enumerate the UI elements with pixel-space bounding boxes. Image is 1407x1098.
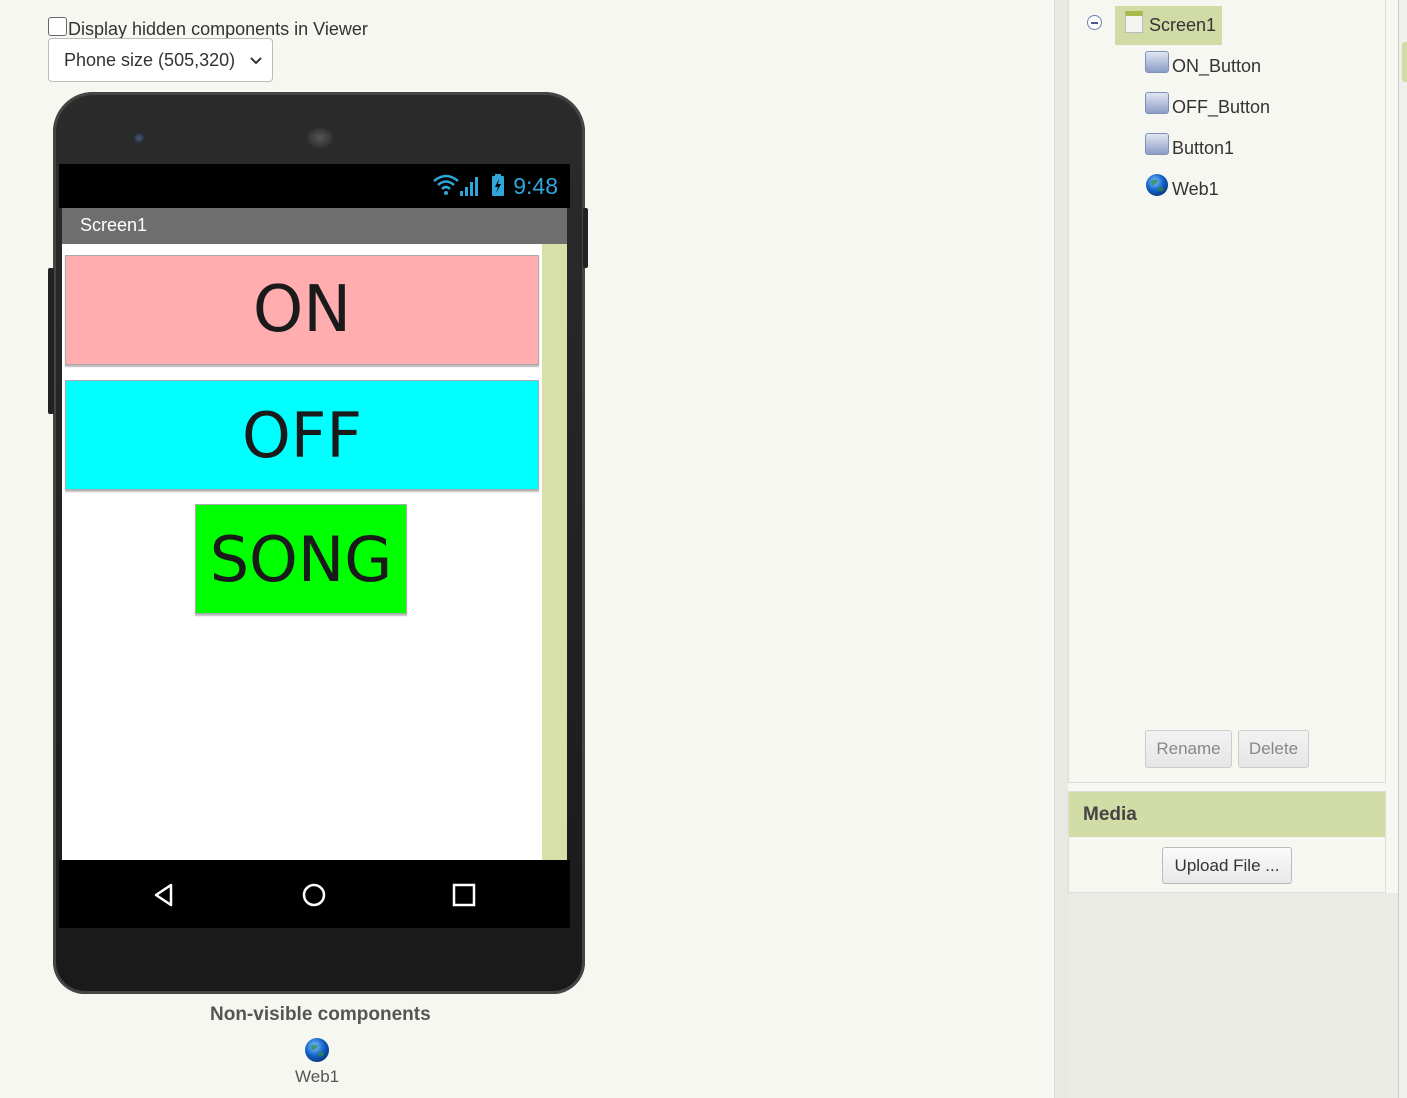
volume-button: [48, 268, 54, 414]
right-divider[interactable]: [1398, 0, 1407, 1098]
button-icon: [1145, 50, 1169, 73]
nav-bar: [59, 860, 570, 928]
camera-icon: [133, 132, 145, 144]
song-button-label: SONG: [209, 522, 393, 596]
globe-icon: [1146, 173, 1168, 196]
media-panel: Media Upload File ...: [1068, 791, 1386, 893]
home-icon: [302, 883, 326, 907]
panel-divider[interactable]: [1054, 0, 1068, 1098]
phone-size-select[interactable]: Phone size (505,320): [48, 38, 273, 82]
divider-accent: [1402, 42, 1407, 82]
recents-icon: [452, 883, 476, 907]
on-button[interactable]: ON: [65, 255, 539, 365]
button-icon: [1145, 132, 1169, 155]
wifi-icon: [433, 174, 459, 195]
display-hidden-label: Display hidden components in Viewer: [68, 19, 368, 39]
button-icon: [1145, 91, 1169, 114]
signal-icon: [460, 177, 478, 196]
media-title: Media: [1069, 792, 1385, 837]
off-button[interactable]: OFF: [65, 380, 539, 490]
upload-file-button[interactable]: Upload File ...: [1162, 847, 1292, 884]
tree-item-label: Button1: [1172, 138, 1235, 158]
phone-size-value: Phone size (505,320): [64, 49, 236, 70]
tree-item-off-button[interactable]: OFF_Button: [1145, 91, 1271, 118]
display-hidden-checkbox[interactable]: [48, 17, 67, 36]
screen-scrollbar[interactable]: [542, 244, 567, 860]
tree-item-button1[interactable]: Button1: [1145, 132, 1235, 159]
status-time: 9:48: [513, 173, 558, 199]
rename-button[interactable]: Rename: [1145, 730, 1232, 768]
screen-title: Screen1: [80, 215, 148, 235]
tree-item-on-button[interactable]: ON_Button: [1145, 50, 1262, 77]
on-button-label: ON: [252, 273, 352, 347]
screen-title-bar: Screen1: [62, 208, 567, 244]
chevron-down-icon: [250, 57, 262, 65]
globe-icon[interactable]: [304, 1037, 330, 1063]
speaker-grille: [307, 128, 333, 148]
battery-icon: [492, 174, 504, 196]
tree-item-label: OFF_Button: [1172, 97, 1271, 117]
status-bar: 9:48: [59, 164, 570, 208]
collapse-icon[interactable]: [1087, 15, 1102, 30]
nonvisible-components-title: Non-visible components: [210, 1004, 431, 1025]
power-button: [583, 208, 588, 268]
status-icons: [433, 174, 504, 196]
phone-screen: ON OFF SONG: [62, 244, 567, 860]
off-button-label: OFF: [241, 398, 363, 472]
display-hidden-checkbox-row[interactable]: Display hidden components in Viewer: [48, 13, 368, 40]
delete-button[interactable]: Delete: [1238, 730, 1309, 768]
tree-item-label: Screen1: [1149, 15, 1217, 35]
back-icon: [154, 883, 173, 907]
panel-background: [1068, 893, 1398, 1098]
tree-item-label: ON_Button: [1172, 56, 1262, 76]
tree-item-screen1[interactable]: Screen1: [1115, 6, 1222, 45]
tree-item-web1[interactable]: Web1: [1145, 173, 1219, 200]
song-button[interactable]: SONG: [195, 504, 407, 614]
tree-item-label: Web1: [1172, 179, 1219, 199]
nonvisible-item-web1: Web1: [295, 1067, 340, 1086]
screen-icon: [1125, 10, 1143, 33]
